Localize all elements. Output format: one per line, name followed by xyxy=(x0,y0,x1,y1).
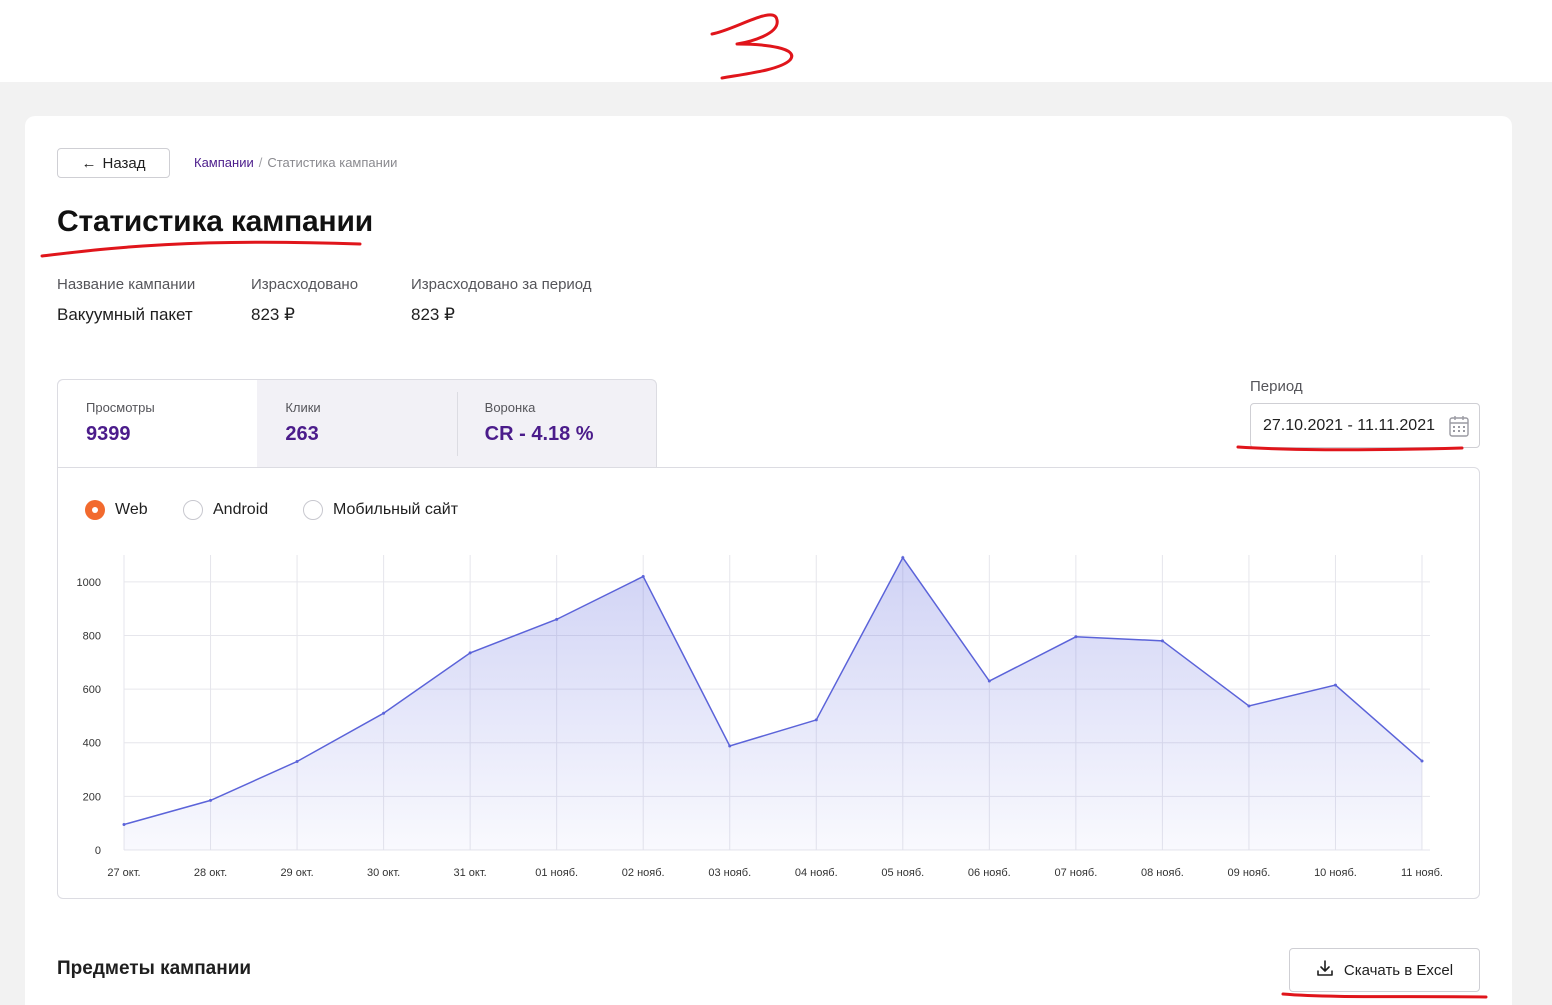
chart-x-tick-label: 28 окт. xyxy=(194,867,227,879)
breadcrumb-separator: / xyxy=(258,155,263,170)
tab-views[interactable]: Просмотры 9399 xyxy=(58,380,258,469)
chart-data-point xyxy=(382,711,386,715)
chart-data-point xyxy=(1247,704,1251,708)
platform-radio-mobile-site[interactable]: Мобильный сайт xyxy=(303,500,458,520)
summary-spent-period: Израсходовано за период 823 ₽ xyxy=(411,276,592,325)
chart-data-point xyxy=(1333,683,1337,687)
tab-value: 263 xyxy=(285,423,319,445)
chart-y-tick-label: 1000 xyxy=(77,577,101,589)
chart-area-fill xyxy=(124,557,1422,850)
chart-data-point xyxy=(641,574,645,578)
breadcrumb: Кампании / Статистика кампании xyxy=(194,155,397,170)
radio-label: Web xyxy=(115,501,148,518)
download-icon xyxy=(1316,959,1334,981)
chart-data-point xyxy=(1160,639,1164,643)
chart-x-tick-label: 11 нояб. xyxy=(1401,867,1443,879)
period-label: Период xyxy=(1250,378,1303,395)
summary-value: 823 ₽ xyxy=(411,305,455,324)
chart-y-tick-label: 800 xyxy=(83,630,101,642)
chart-x-tick-label: 01 нояб. xyxy=(535,867,578,879)
back-button[interactable]: ← Назад xyxy=(57,148,170,178)
chart-x-tick-label: 31 окт. xyxy=(454,867,487,879)
chart-x-tick-label: 03 нояб. xyxy=(708,867,751,879)
chart-data-point xyxy=(901,556,905,560)
chart-x-tick-label: 30 окт. xyxy=(367,867,400,879)
download-excel-label: Скачать в Excel xyxy=(1343,961,1454,979)
tab-label: Клики xyxy=(285,400,321,415)
calendar-icon[interactable] xyxy=(1449,415,1469,442)
breadcrumb-current: Статистика кампании xyxy=(267,155,398,170)
arrow-left-icon: ← xyxy=(81,154,97,172)
chart-data-point xyxy=(295,760,299,763)
chart-y-tick-label: 400 xyxy=(83,738,101,750)
chart-x-tick-label: 10 нояб. xyxy=(1314,867,1357,879)
tab-label: Просмотры xyxy=(86,400,155,415)
top-band xyxy=(0,0,1552,82)
summary-label: Израсходовано за период xyxy=(411,276,592,293)
chart-x-tick-label: 08 нояб. xyxy=(1141,867,1184,879)
chart-y-tick-label: 600 xyxy=(83,684,101,696)
chart-data-point xyxy=(728,744,732,748)
period-value: 27.10.2021 - 11.11.2021 xyxy=(1263,416,1435,434)
chart-x-tick-label: 29 окт. xyxy=(280,867,313,879)
chart-data-point xyxy=(122,823,126,827)
chart-x-tick-label: 27 окт. xyxy=(107,867,140,879)
chart-data-point xyxy=(987,679,991,683)
chart-y-tick-label: 0 xyxy=(95,845,101,857)
summary-value: 823 ₽ xyxy=(251,305,295,324)
chart-data-point xyxy=(1074,635,1078,639)
tab-value: 9399 xyxy=(86,423,131,445)
period-date-range-input[interactable]: 27.10.2021 - 11.11.2021 xyxy=(1250,403,1480,448)
views-area-chart: 0 200 400 600 800 1000 27 окт. 28 окт. 29 окт. 30… xyxy=(77,555,1443,879)
download-excel-button[interactable]: Скачать в Excel xyxy=(1289,948,1480,992)
chart-x-tick-label: 05 нояб. xyxy=(881,867,924,879)
tab-clicks[interactable]: Клики 263 xyxy=(257,380,456,468)
chart-y-tick-label: 200 xyxy=(83,791,101,803)
chart-data-point xyxy=(209,798,213,802)
section-title-campaign-items: Предметы кампании xyxy=(57,958,252,979)
chart-x-tick-label: 06 нояб. xyxy=(968,867,1011,879)
chart-x-tick-label: 02 нояб. xyxy=(622,867,665,879)
summary-label: Название кампании xyxy=(57,276,196,293)
summary-value: Вакуумный пакет xyxy=(57,305,193,324)
chart-x-tick-label: 04 нояб. xyxy=(795,867,838,879)
platform-radio-web[interactable]: Web xyxy=(85,500,148,520)
radio-label: Android xyxy=(213,501,269,518)
page-title: Статистика кампании xyxy=(57,205,373,238)
metric-tabs: Просмотры 9399 Клики 263 Воронка CR - 4.… xyxy=(57,379,657,469)
chart-x-tick-label: 07 нояб. xyxy=(1054,867,1097,879)
radio-unchecked-icon[interactable] xyxy=(183,500,203,520)
tab-value: CR - 4.18 % xyxy=(484,423,594,445)
chart-data-point xyxy=(814,718,818,722)
summary-campaign-name: Название кампании Вакуумный пакет xyxy=(57,276,195,325)
radio-label: Мобильный сайт xyxy=(333,501,459,518)
radio-checked-icon[interactable] xyxy=(85,500,105,520)
back-button-label: Назад xyxy=(102,154,146,172)
chart-data-point xyxy=(1420,759,1424,763)
chart-data-point xyxy=(468,651,472,655)
chart-x-tick-label: 09 нояб. xyxy=(1228,867,1271,879)
summary-label: Израсходовано xyxy=(251,276,359,293)
breadcrumb-link-campaigns[interactable]: Кампании xyxy=(194,155,254,170)
platform-radio-android[interactable]: Android xyxy=(183,500,268,520)
tab-funnel[interactable]: Воронка CR - 4.18 % xyxy=(456,380,656,468)
summary-spent: Израсходовано 823 ₽ xyxy=(251,276,358,325)
radio-unchecked-icon[interactable] xyxy=(303,500,323,520)
tab-label: Воронка xyxy=(484,400,536,415)
chart-data-point xyxy=(555,617,559,621)
